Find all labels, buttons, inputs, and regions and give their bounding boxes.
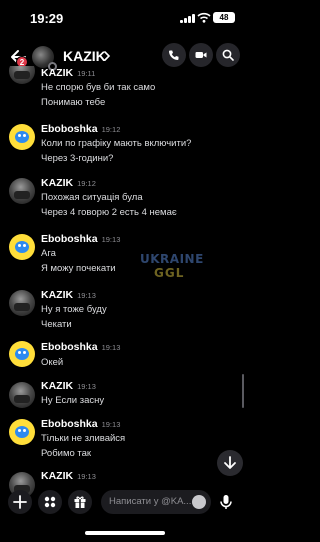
scrollbar[interactable] (242, 374, 244, 408)
status-time: 19:29 (30, 11, 64, 26)
message-time: 19:13 (77, 472, 96, 481)
message-text: Не спорю був би так само (41, 82, 156, 93)
call-icon (169, 50, 179, 60)
avatar[interactable] (9, 178, 35, 204)
message-author[interactable]: KAZIK 19:13 (41, 289, 96, 301)
jump-to-latest-button[interactable] (217, 450, 243, 476)
search-button[interactable] (216, 43, 240, 67)
status-bar: 19:29 48 (0, 0, 250, 36)
message-text: Я можу почекати (41, 263, 116, 274)
message-text: Ну Если засну (41, 395, 105, 406)
message-text: Понимаю тебе (41, 97, 106, 108)
message-text: Робимо так (41, 448, 92, 456)
message-author[interactable]: Eboboshka 19:13 (41, 233, 120, 245)
message-text: Чекати (41, 319, 72, 330)
message-text: Ну я тоже буду (41, 304, 107, 315)
avatar[interactable] (9, 124, 35, 150)
message-time: 19:13 (77, 291, 96, 300)
message-author[interactable]: KAZIK 19:12 (41, 177, 96, 189)
message-text: Окей (41, 357, 64, 368)
message-list: KAZIK 19:11 Не спорю був би так само Пони… (0, 66, 250, 456)
call-button[interactable] (162, 43, 186, 67)
video-icon (195, 52, 207, 58)
message-text: Через 3-години? (41, 153, 114, 164)
avatar[interactable] (9, 341, 35, 367)
message-time: 19:13 (101, 420, 121, 429)
message-text: Через 4 говорю 2 есть 4 немає (41, 207, 177, 218)
apps-icon (44, 496, 56, 508)
message-time: 19:12 (101, 125, 121, 134)
signal-icon (180, 13, 196, 23)
avatar[interactable] (9, 419, 35, 445)
avatar[interactable] (9, 290, 35, 316)
page-title[interactable]: KAZIK (63, 48, 106, 64)
plus-icon (13, 495, 27, 509)
gift-icon (74, 496, 86, 508)
message-author[interactable]: KAZIK 19:13 (41, 470, 96, 482)
message-time: 19:13 (101, 343, 121, 352)
message-time: 19:13 (101, 235, 121, 244)
message-text: Ага (41, 248, 56, 259)
message-input[interactable]: Написати у @KA... (101, 490, 211, 514)
message-author[interactable]: KAZIK 19:11 (41, 67, 95, 79)
arrow-down-icon (224, 456, 236, 469)
add-attachment-button[interactable] (8, 490, 32, 514)
message-author[interactable]: Eboboshka 19:12 (41, 123, 120, 135)
search-icon (222, 49, 234, 61)
avatar[interactable] (9, 234, 35, 260)
message-time: 19:11 (77, 69, 96, 78)
message-author[interactable]: Eboboshka 19:13 (41, 418, 120, 430)
message-author[interactable]: KAZIK 19:13 (41, 380, 96, 392)
battery-icon: 48 (213, 12, 235, 23)
composer-bar: Написати у @KA... (0, 486, 250, 522)
apps-button[interactable] (38, 490, 62, 514)
gift-button[interactable] (68, 490, 92, 514)
chat-screen: 19:29 48 2 KAZIK KAZIK 19:11 Не спорю бу… (0, 0, 250, 542)
mic-icon[interactable] (218, 494, 234, 510)
message-input-placeholder: Написати у @KA... (109, 496, 192, 507)
avatar[interactable] (9, 382, 35, 408)
message-time: 19:12 (77, 179, 96, 188)
message-text: Коли по графіку мають включити? (41, 138, 192, 149)
message-author[interactable]: Eboboshka 19:13 (41, 341, 120, 353)
avatar[interactable] (9, 66, 35, 84)
wifi-icon (197, 12, 211, 23)
chevron-right-icon[interactable] (102, 50, 112, 62)
message-text: Тільки не зливайся (41, 433, 126, 444)
message-text: Похожая ситуація була (41, 192, 143, 203)
home-indicator (85, 531, 165, 535)
emoji-icon[interactable] (192, 495, 206, 509)
video-call-button[interactable] (189, 43, 213, 67)
message-time: 19:13 (77, 382, 96, 391)
